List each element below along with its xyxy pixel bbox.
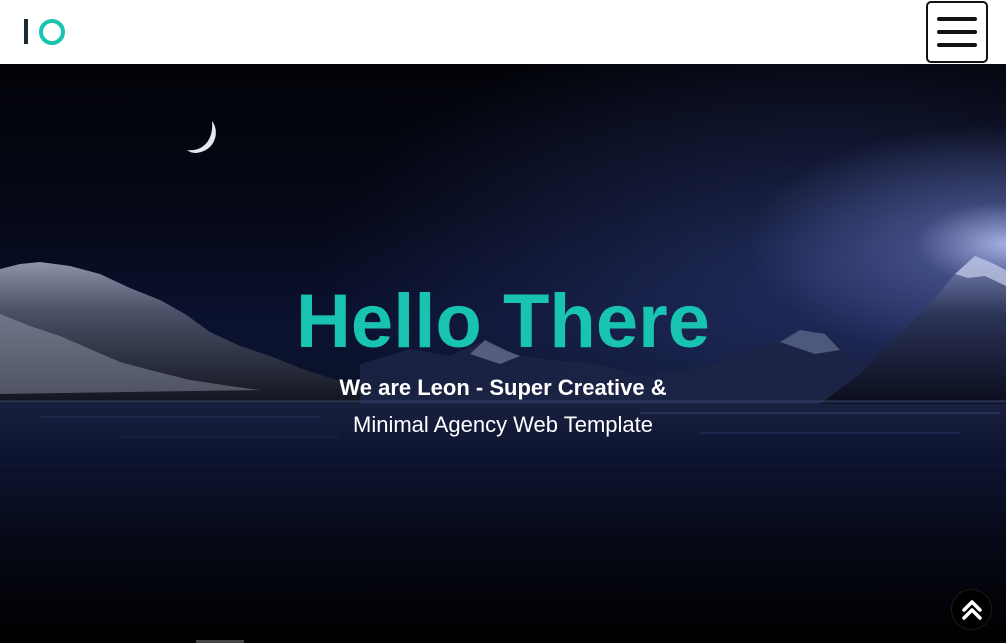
hamburger-menu-icon (937, 17, 977, 21)
scroll-to-top-button[interactable] (951, 589, 992, 630)
hero-title: Hello There (296, 279, 710, 364)
logo-ring-mark (39, 19, 65, 45)
hamburger-line (937, 43, 977, 47)
navbar (0, 0, 1006, 64)
moon-crescent (187, 121, 216, 153)
hero-subtitle-line2: Minimal Agency Web Template (353, 412, 653, 437)
double-chevron-up-icon (962, 600, 982, 620)
hero-section: Hello There We are Leon - Super Creative… (0, 64, 1006, 643)
menu-toggle-button[interactable] (926, 1, 988, 63)
hero-content: Hello There We are Leon - Super Creative… (0, 280, 1006, 439)
logo-bar-mark (24, 19, 28, 44)
hamburger-line (937, 30, 977, 34)
hero-subtitle-line1: We are Leon - Super Creative & (339, 375, 667, 400)
site-logo[interactable] (24, 17, 68, 47)
